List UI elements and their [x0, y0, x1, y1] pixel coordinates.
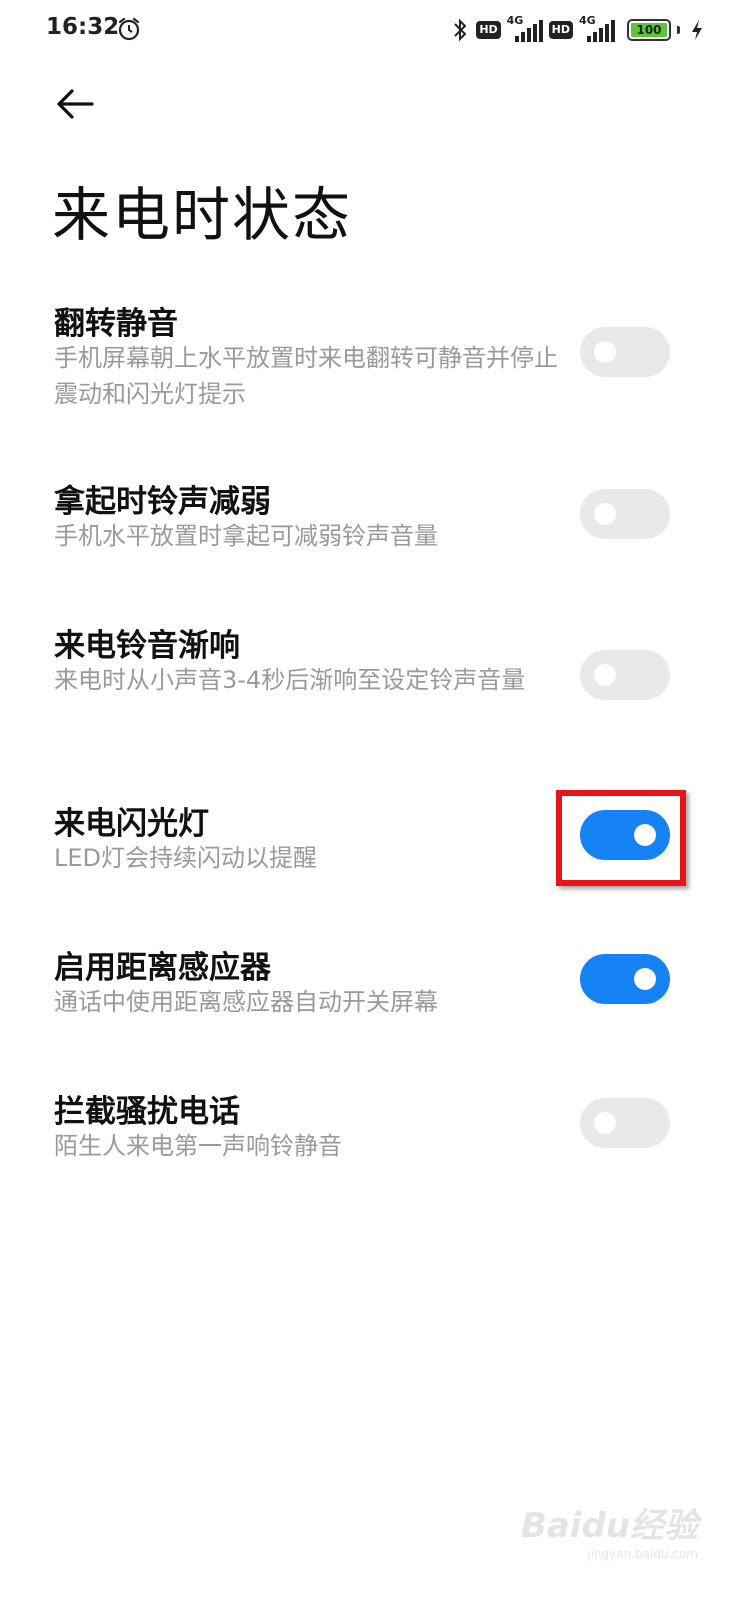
proximity-sensor-toggle[interactable]: [580, 954, 670, 1004]
setting-row-pickup-reduce[interactable]: 拿起时铃声减弱 手机水平放置时拿起可减弱铃声音量: [0, 476, 738, 566]
setting-description: 来电时从小声音3-4秒后渐响至设定铃声音量: [54, 666, 526, 694]
setting-description: 通话中使用距离感应器自动开关屏幕: [54, 988, 438, 1016]
setting-description: 手机屏幕朝上水平放置时来电翻转可静音并停止震动和闪光灯提示: [54, 344, 558, 408]
page-title: 来电时状态: [52, 181, 353, 249]
setting-row-block-spam[interactable]: 拦截骚扰电话 陌生人来电第一声响铃静音: [0, 1086, 738, 1176]
setting-row-ring-fade-in[interactable]: 来电铃音渐响 来电时从小声音3-4秒后渐响至设定铃声音量: [0, 620, 738, 740]
setting-row-proximity-sensor[interactable]: 启用距离感应器 通话中使用距离感应器自动开关屏幕: [0, 942, 738, 1032]
setting-title: 拿起时铃声减弱: [54, 484, 271, 520]
setting-row-flip-mute[interactable]: 翻转静音 手机屏幕朝上水平放置时来电翻转可静音并停止震动和闪光灯提示: [0, 298, 738, 418]
setting-title: 启用距离感应器: [54, 950, 271, 986]
pickup-reduce-toggle[interactable]: [580, 489, 670, 539]
setting-title: 来电闪光灯: [54, 806, 209, 842]
setting-title: 拦截骚扰电话: [54, 1094, 240, 1130]
battery-tip: [677, 26, 680, 34]
block-spam-toggle[interactable]: [580, 1098, 670, 1148]
status-bar: 16:32 HD 4G HD 4G 100: [0, 0, 738, 60]
battery-level: 100: [636, 23, 662, 37]
watermark-url: jingyan.baidu.com: [587, 1547, 698, 1561]
watermark-logo: Baidu经验: [520, 1506, 698, 1546]
ring-fade-in-toggle[interactable]: [580, 650, 670, 700]
bluetooth-icon: [454, 18, 467, 42]
setting-title: 来电铃音渐响: [54, 628, 240, 664]
highlight-box: [556, 790, 686, 886]
signal-icon: 4G: [579, 14, 615, 42]
signal-icon: 4G: [507, 14, 543, 42]
alarm-icon: [118, 17, 140, 41]
charging-icon: [692, 20, 702, 40]
hd-badge: HD: [548, 21, 573, 39]
setting-description: 手机水平放置时拿起可减弱铃声音量: [54, 522, 438, 550]
setting-title: 翻转静音: [54, 306, 178, 342]
back-button[interactable]: [50, 80, 102, 128]
back-arrow-icon: [57, 89, 94, 119]
status-indicators: HD 4G HD 4G 100: [450, 14, 704, 44]
battery-icon: 100: [627, 19, 671, 41]
watermark: Baidu经验 jingyan.baidu.com: [521, 1498, 698, 1561]
flip-mute-toggle[interactable]: [580, 327, 670, 377]
setting-description: LED灯会持续闪动以提醒: [54, 844, 318, 872]
setting-description: 陌生人来电第一声响铃静音: [54, 1132, 342, 1160]
status-time: 16:32: [46, 14, 120, 40]
hd-badge: HD: [476, 21, 501, 39]
